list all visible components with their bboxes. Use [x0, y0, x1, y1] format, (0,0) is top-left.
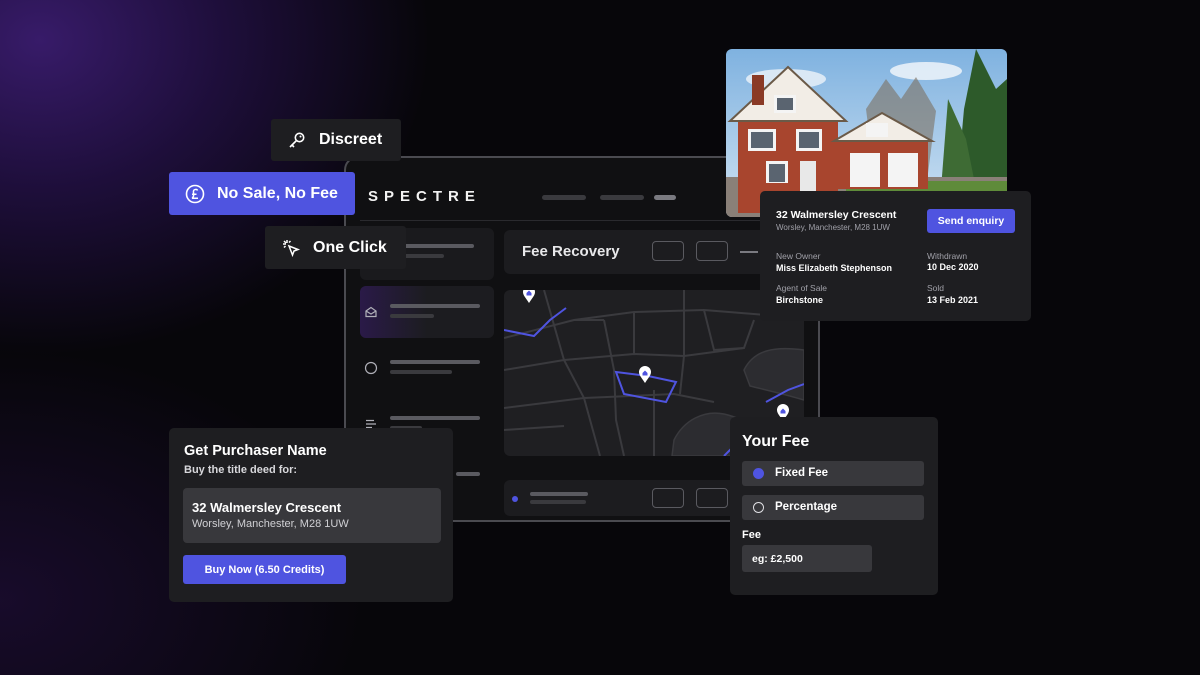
fee-option-label: Percentage [775, 501, 838, 513]
radio-selected-icon [753, 468, 764, 479]
cursor-click-icon [281, 238, 301, 258]
pound-icon [185, 184, 205, 204]
section-header: Fee Recovery [504, 230, 804, 274]
buy-now-button[interactable]: Buy Now (6.50 Credits) [183, 555, 346, 584]
send-enquiry-button[interactable]: Send enquiry [927, 209, 1015, 233]
pill-label: No Sale, No Fee [217, 184, 338, 202]
purchaser-subtitle: Buy the title deed for: [184, 464, 298, 476]
property-card: 32 Walmersley Crescent Worsley, Manchest… [760, 191, 1031, 321]
feature-pill-no-sale-no-fee: No Sale, No Fee [169, 172, 355, 215]
property-address: 32 Walmersley Crescent [776, 209, 897, 221]
fee-option-fixed[interactable]: Fixed Fee [742, 461, 924, 486]
fee-title: Your Fee [742, 433, 810, 450]
new-owner-label: New Owner [776, 251, 821, 261]
purchaser-title: Get Purchaser Name [184, 443, 327, 459]
fee-input[interactable] [742, 545, 872, 572]
fee-card: Your Fee Fixed Fee Percentage Fee [730, 417, 938, 595]
withdrawn-label: Withdrawn [927, 251, 968, 261]
purchaser-address: 32 Walmersley Crescent [192, 500, 342, 515]
sold-value: 13 Feb 2021 [927, 295, 979, 305]
nav-item-placeholder[interactable] [542, 195, 586, 200]
agent-value: Birchstone [776, 295, 824, 305]
mail-icon [364, 305, 378, 319]
pill-label: One Click [313, 238, 387, 256]
row-action-button[interactable] [696, 488, 728, 508]
fee-option-label: Fixed Fee [775, 467, 829, 479]
status-dot [512, 496, 518, 502]
pill-label: Discreet [319, 131, 383, 148]
home-pin-icon[interactable] [522, 290, 536, 309]
toolbar-button[interactable] [652, 241, 684, 261]
nav-item-placeholder[interactable] [600, 195, 644, 200]
purchaser-location: Worsley, Manchester, M28 1UW [192, 518, 349, 530]
new-owner-value: Miss Elizabeth Stephenson [776, 263, 893, 273]
app-logo: SPECTRE [368, 188, 481, 205]
withdrawn-value: 10 Dec 2020 [927, 262, 979, 272]
circle-icon [364, 361, 378, 375]
feature-pill-discreet: Discreet [271, 119, 401, 161]
nav-item-active[interactable] [654, 195, 676, 200]
agent-label: Agent of Sale [776, 283, 828, 293]
row-action-button[interactable] [652, 488, 684, 508]
sidebar-item-active[interactable] [360, 286, 494, 338]
feature-pill-one-click: One Click [265, 226, 406, 269]
collapse-icon[interactable] [740, 251, 758, 253]
header-divider [360, 220, 804, 221]
fee-field-label: Fee [742, 529, 761, 541]
sold-label: Sold [927, 283, 945, 293]
key-icon [287, 130, 307, 150]
section-title: Fee Recovery [522, 243, 620, 260]
sidebar-item[interactable] [360, 342, 494, 394]
fee-option-percentage[interactable]: Percentage [742, 495, 924, 520]
address-box: 32 Walmersley Crescent Worsley, Manchest… [183, 488, 441, 543]
home-pin-icon[interactable] [638, 366, 652, 389]
purchaser-card: Get Purchaser Name Buy the title deed fo… [169, 428, 453, 602]
property-location: Worsley, Manchester, M28 1UW [776, 223, 890, 232]
toolbar-button[interactable] [696, 241, 728, 261]
radio-unselected-icon [753, 502, 764, 513]
